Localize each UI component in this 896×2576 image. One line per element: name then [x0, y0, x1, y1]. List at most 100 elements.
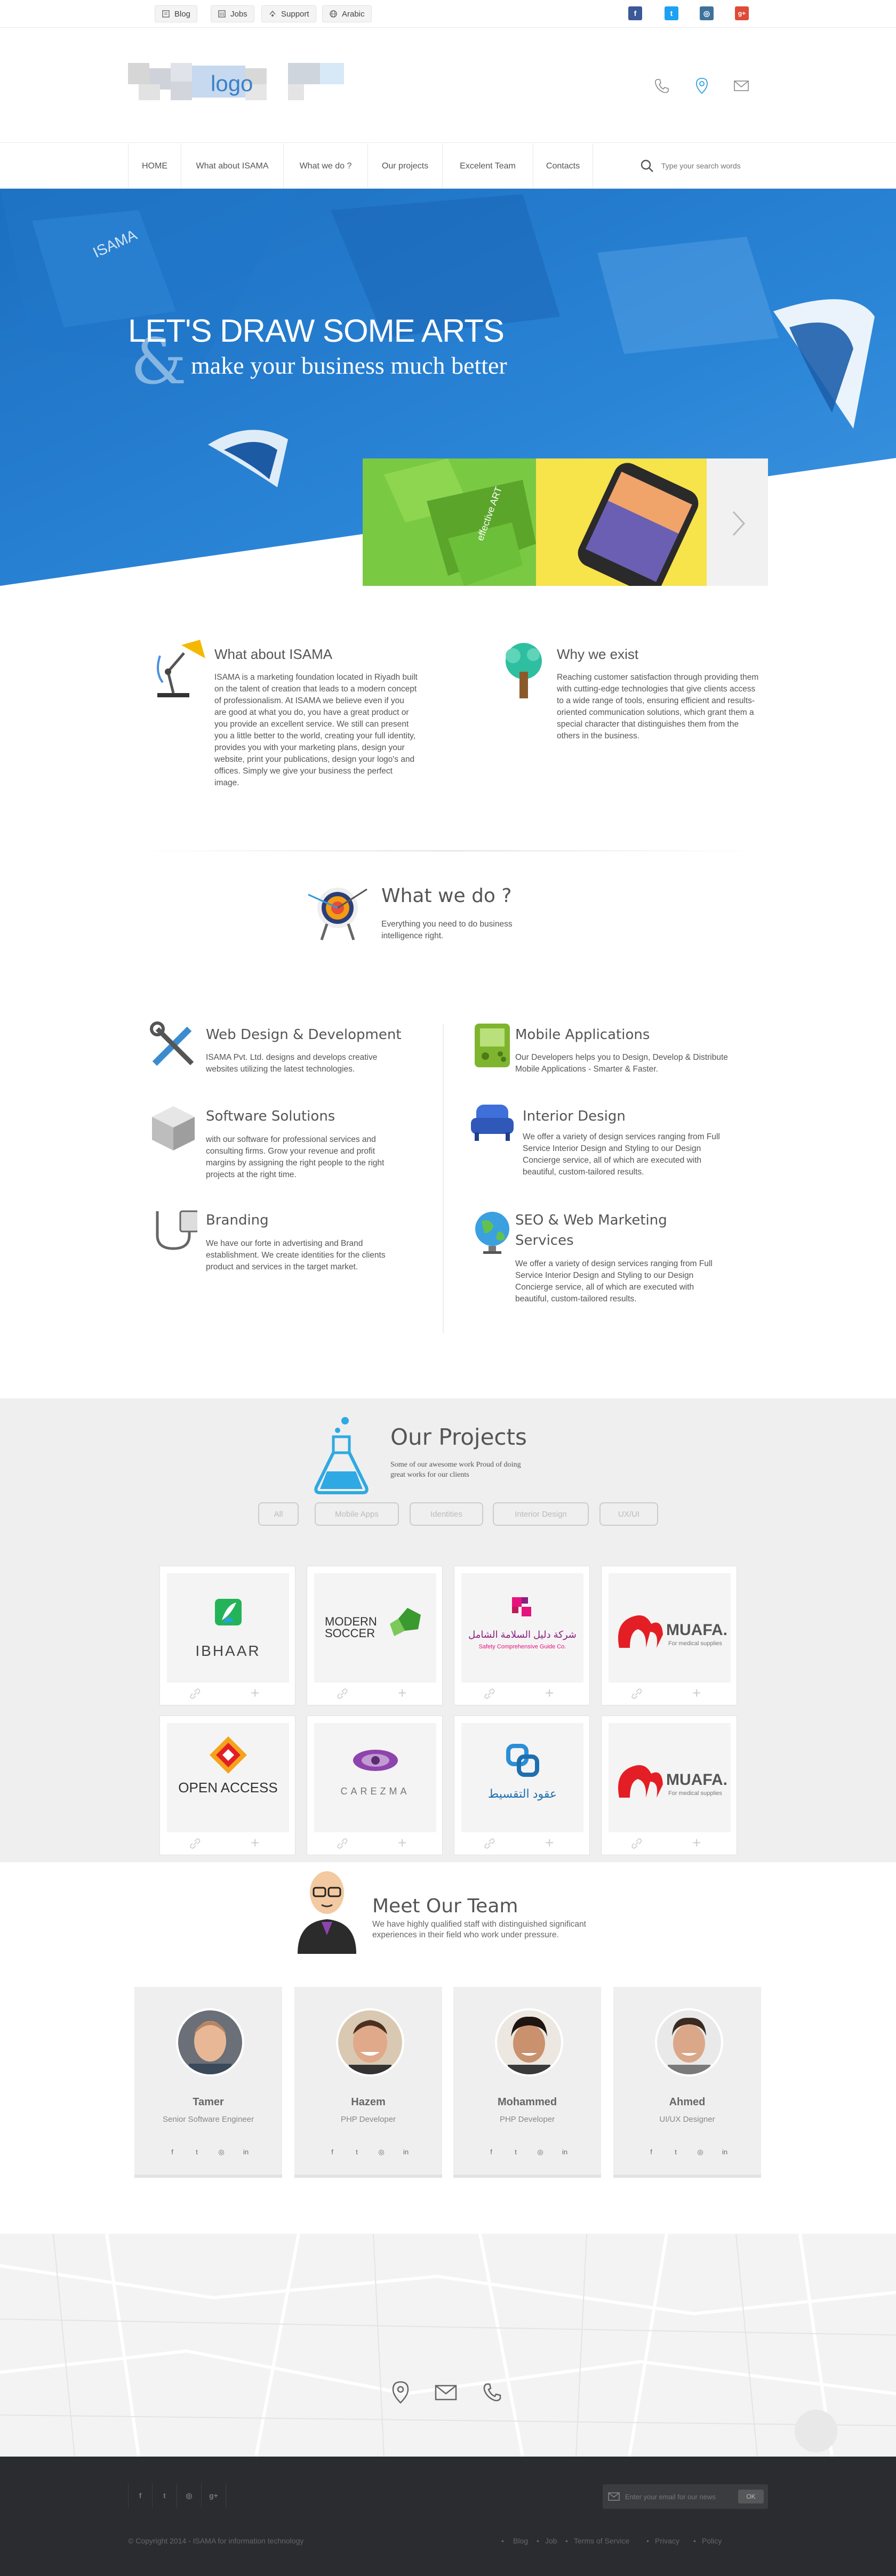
google-plus-icon[interactable]: g+	[735, 6, 749, 20]
footer-link-blog[interactable]: Blog	[513, 2537, 528, 2545]
link-icon[interactable]	[189, 1688, 201, 1700]
facebook-icon[interactable]: f	[486, 2148, 496, 2158]
plus-icon[interactable]: +	[398, 1836, 406, 1850]
project-card[interactable]: IBHAAR +	[159, 1566, 295, 1705]
mail-icon[interactable]	[732, 76, 751, 95]
topbar-link-blog[interactable]: Blog	[155, 5, 198, 22]
footer-link-policy[interactable]: Policy	[702, 2537, 722, 2545]
footer-link-job[interactable]: Job	[545, 2537, 557, 2545]
service-title: Software Solutions	[206, 1108, 335, 1124]
team-member-card[interactable]: Mohammed PHP Developer f t ◎ in	[453, 1987, 601, 2178]
facebook-icon[interactable]: f	[167, 2148, 177, 2158]
instagram-icon[interactable]: ◎	[700, 6, 714, 20]
globe-seo-icon	[475, 1212, 509, 1254]
filter-ux-ui[interactable]: UX/UI	[599, 1502, 658, 1526]
site-logo[interactable]: logo	[128, 58, 344, 111]
phone-icon[interactable]	[652, 76, 671, 95]
team-member-card[interactable]: Hazem PHP Developer f t ◎ in	[294, 1987, 442, 2178]
search-icon[interactable]	[640, 159, 654, 173]
footer-link-terms[interactable]: Terms of Service	[574, 2537, 629, 2545]
topbar-link-jobs[interactable]: Jobs	[211, 5, 254, 22]
member-name: Mohammed	[497, 2096, 557, 2108]
newsletter-email-input[interactable]	[625, 2492, 737, 2501]
project-card[interactable]: CAREZMA +	[307, 1716, 443, 1855]
location-pin-icon[interactable]	[391, 2380, 410, 2404]
nav-item-team[interactable]: Excelent Team	[443, 143, 533, 189]
team-subtitle: We have highly qualified staff with dist…	[372, 1920, 586, 1939]
link-icon[interactable]	[484, 1688, 495, 1700]
facebook-icon[interactable]: f	[628, 6, 642, 20]
project-image: عقود التقسيط	[461, 1723, 583, 1832]
project-card[interactable]: MUAFA. For medical supplies +	[601, 1566, 737, 1705]
nav-item-contacts[interactable]: Contacts	[533, 143, 593, 189]
project-card[interactable]: OPEN ACCESS +	[159, 1716, 295, 1855]
link-icon[interactable]	[631, 1688, 643, 1700]
plus-icon[interactable]: +	[692, 1686, 701, 1701]
installment-contracts-logo	[506, 1744, 539, 1777]
instagram-icon[interactable]: ◎	[535, 2148, 545, 2158]
twitter-icon[interactable]: t	[511, 2148, 521, 2158]
plus-icon[interactable]: +	[398, 1686, 406, 1701]
plus-icon[interactable]: +	[545, 1836, 554, 1850]
link-icon[interactable]	[189, 1838, 201, 1849]
twitter-icon[interactable]: t	[665, 6, 678, 20]
team-member-card[interactable]: Tamer Senior Software Engineer f t ◎ in	[134, 1987, 282, 2178]
linkedin-icon[interactable]: in	[560, 2148, 570, 2158]
slide-next-button[interactable]	[707, 458, 768, 586]
link-icon[interactable]	[631, 1838, 643, 1849]
facebook-icon[interactable]: f	[646, 2148, 656, 2158]
topbar-link-support[interactable]: Support	[261, 5, 316, 22]
filter-interior-design[interactable]: Interior Design	[493, 1502, 589, 1526]
plus-icon[interactable]: +	[251, 1836, 259, 1850]
phone-icon[interactable]	[481, 2382, 502, 2403]
link-icon[interactable]	[337, 1838, 348, 1849]
filter-identities[interactable]: Identities	[410, 1502, 483, 1526]
filter-all[interactable]: All	[258, 1502, 299, 1526]
nav-item-home[interactable]: HOME	[128, 143, 181, 189]
twitter-icon[interactable]: t	[352, 2148, 362, 2158]
team-member-card[interactable]: Ahmed UI/UX Designer f t ◎ in	[613, 1987, 761, 2178]
filter-mobile-apps[interactable]: Mobile Apps	[315, 1502, 399, 1526]
nav-item-projects[interactable]: Our projects	[368, 143, 443, 189]
instagram-icon[interactable]: ◎	[695, 2148, 705, 2158]
plus-icon[interactable]: +	[251, 1686, 259, 1701]
link-icon[interactable]	[484, 1838, 495, 1849]
slide-thumb-2[interactable]	[536, 458, 707, 586]
project-card[interactable]: شركة دليل السلامة الشامل Safety Comprehe…	[454, 1566, 590, 1705]
facebook-icon[interactable]: f	[128, 2483, 153, 2508]
project-card[interactable]: MUAFA. For medical supplies +	[601, 1716, 737, 1855]
instagram-icon[interactable]: ◎	[377, 2148, 386, 2158]
nav-item-what-we-do[interactable]: What we do ?	[284, 143, 368, 189]
instagram-icon[interactable]: ◎	[217, 2148, 226, 2158]
plus-icon[interactable]: +	[545, 1686, 554, 1701]
twitter-icon[interactable]: t	[192, 2148, 202, 2158]
footer-link-privacy[interactable]: Privacy	[655, 2537, 679, 2545]
mail-icon[interactable]	[434, 2384, 458, 2401]
twitter-icon[interactable]: t	[671, 2148, 681, 2158]
facebook-icon[interactable]: f	[327, 2148, 337, 2158]
avatar-photo	[338, 2010, 402, 2074]
linkedin-icon[interactable]: in	[241, 2148, 251, 2158]
nav-item-about[interactable]: What about ISAMA	[181, 143, 284, 189]
project-card[interactable]: عقود التقسيط +	[454, 1716, 590, 1855]
newsletter-submit-button[interactable]: OK	[738, 2490, 764, 2503]
service-title: Web Design & Development	[206, 1027, 402, 1043]
project-card[interactable]: MODERN SOCCER +	[307, 1566, 443, 1705]
projects-subtitle: Some of our awesome work Proud of doing …	[390, 1461, 521, 1479]
linkedin-icon[interactable]: in	[401, 2148, 411, 2158]
instagram-icon[interactable]: ◎	[177, 2483, 202, 2508]
linkedin-icon[interactable]: in	[720, 2148, 730, 2158]
twitter-icon[interactable]: t	[153, 2483, 177, 2508]
search-input[interactable]	[661, 162, 768, 170]
footer-bullet: •	[565, 2537, 568, 2545]
link-icon[interactable]	[337, 1688, 348, 1700]
avatar	[336, 2008, 404, 2076]
location-map[interactable]	[0, 2234, 896, 2457]
plus-icon[interactable]: +	[692, 1836, 701, 1850]
topbar-link-arabic[interactable]: Arabic	[322, 5, 372, 22]
avatar-photo	[497, 2010, 561, 2074]
project-name: OPEN ACCESS	[178, 1780, 278, 1796]
location-pin-icon[interactable]	[692, 76, 711, 95]
google-plus-icon[interactable]: g+	[202, 2483, 226, 2508]
slide-thumb-1[interactable]: effective ART	[363, 458, 536, 586]
